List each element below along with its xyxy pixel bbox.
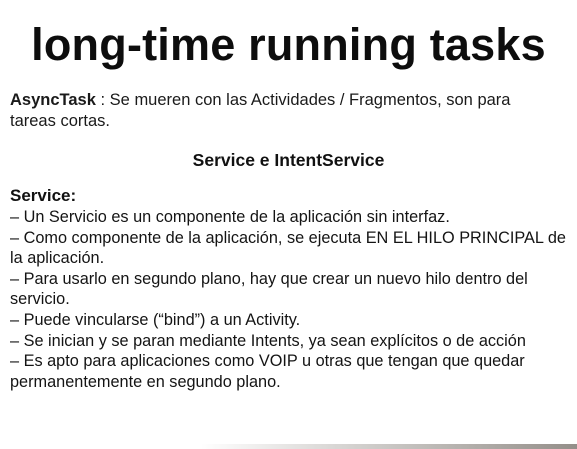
intro-paragraph: AsyncTask : Se mueren con las Actividade… [10, 90, 555, 132]
bullet-item: – Un Servicio es un componente de la apl… [10, 208, 450, 226]
service-bullet-list: – Un Servicio es un componente de la apl… [10, 207, 570, 392]
bottom-edge-shadow [200, 444, 577, 449]
service-heading: Service: [10, 186, 77, 205]
bullet-item: – Para usarlo en segundo plano, hay que … [10, 269, 528, 309]
bullet-item: – Puede vincularse (“bind”) a un Activit… [10, 310, 301, 329]
bullet-item: – Es apto para aplicaciones como VOIP u … [10, 352, 525, 391]
slide: long-time running tasks AsyncTask : Se m… [0, 0, 577, 449]
intro-term: AsyncTask [10, 91, 96, 109]
bullet-item: – Como componente de la aplicación, se e… [10, 228, 566, 268]
slide-title: long-time running tasks [31, 19, 546, 70]
section-subtitle: Service e IntentService [192, 150, 385, 170]
bullet-item: – Se inician y se paran mediante Intents… [10, 331, 526, 350]
